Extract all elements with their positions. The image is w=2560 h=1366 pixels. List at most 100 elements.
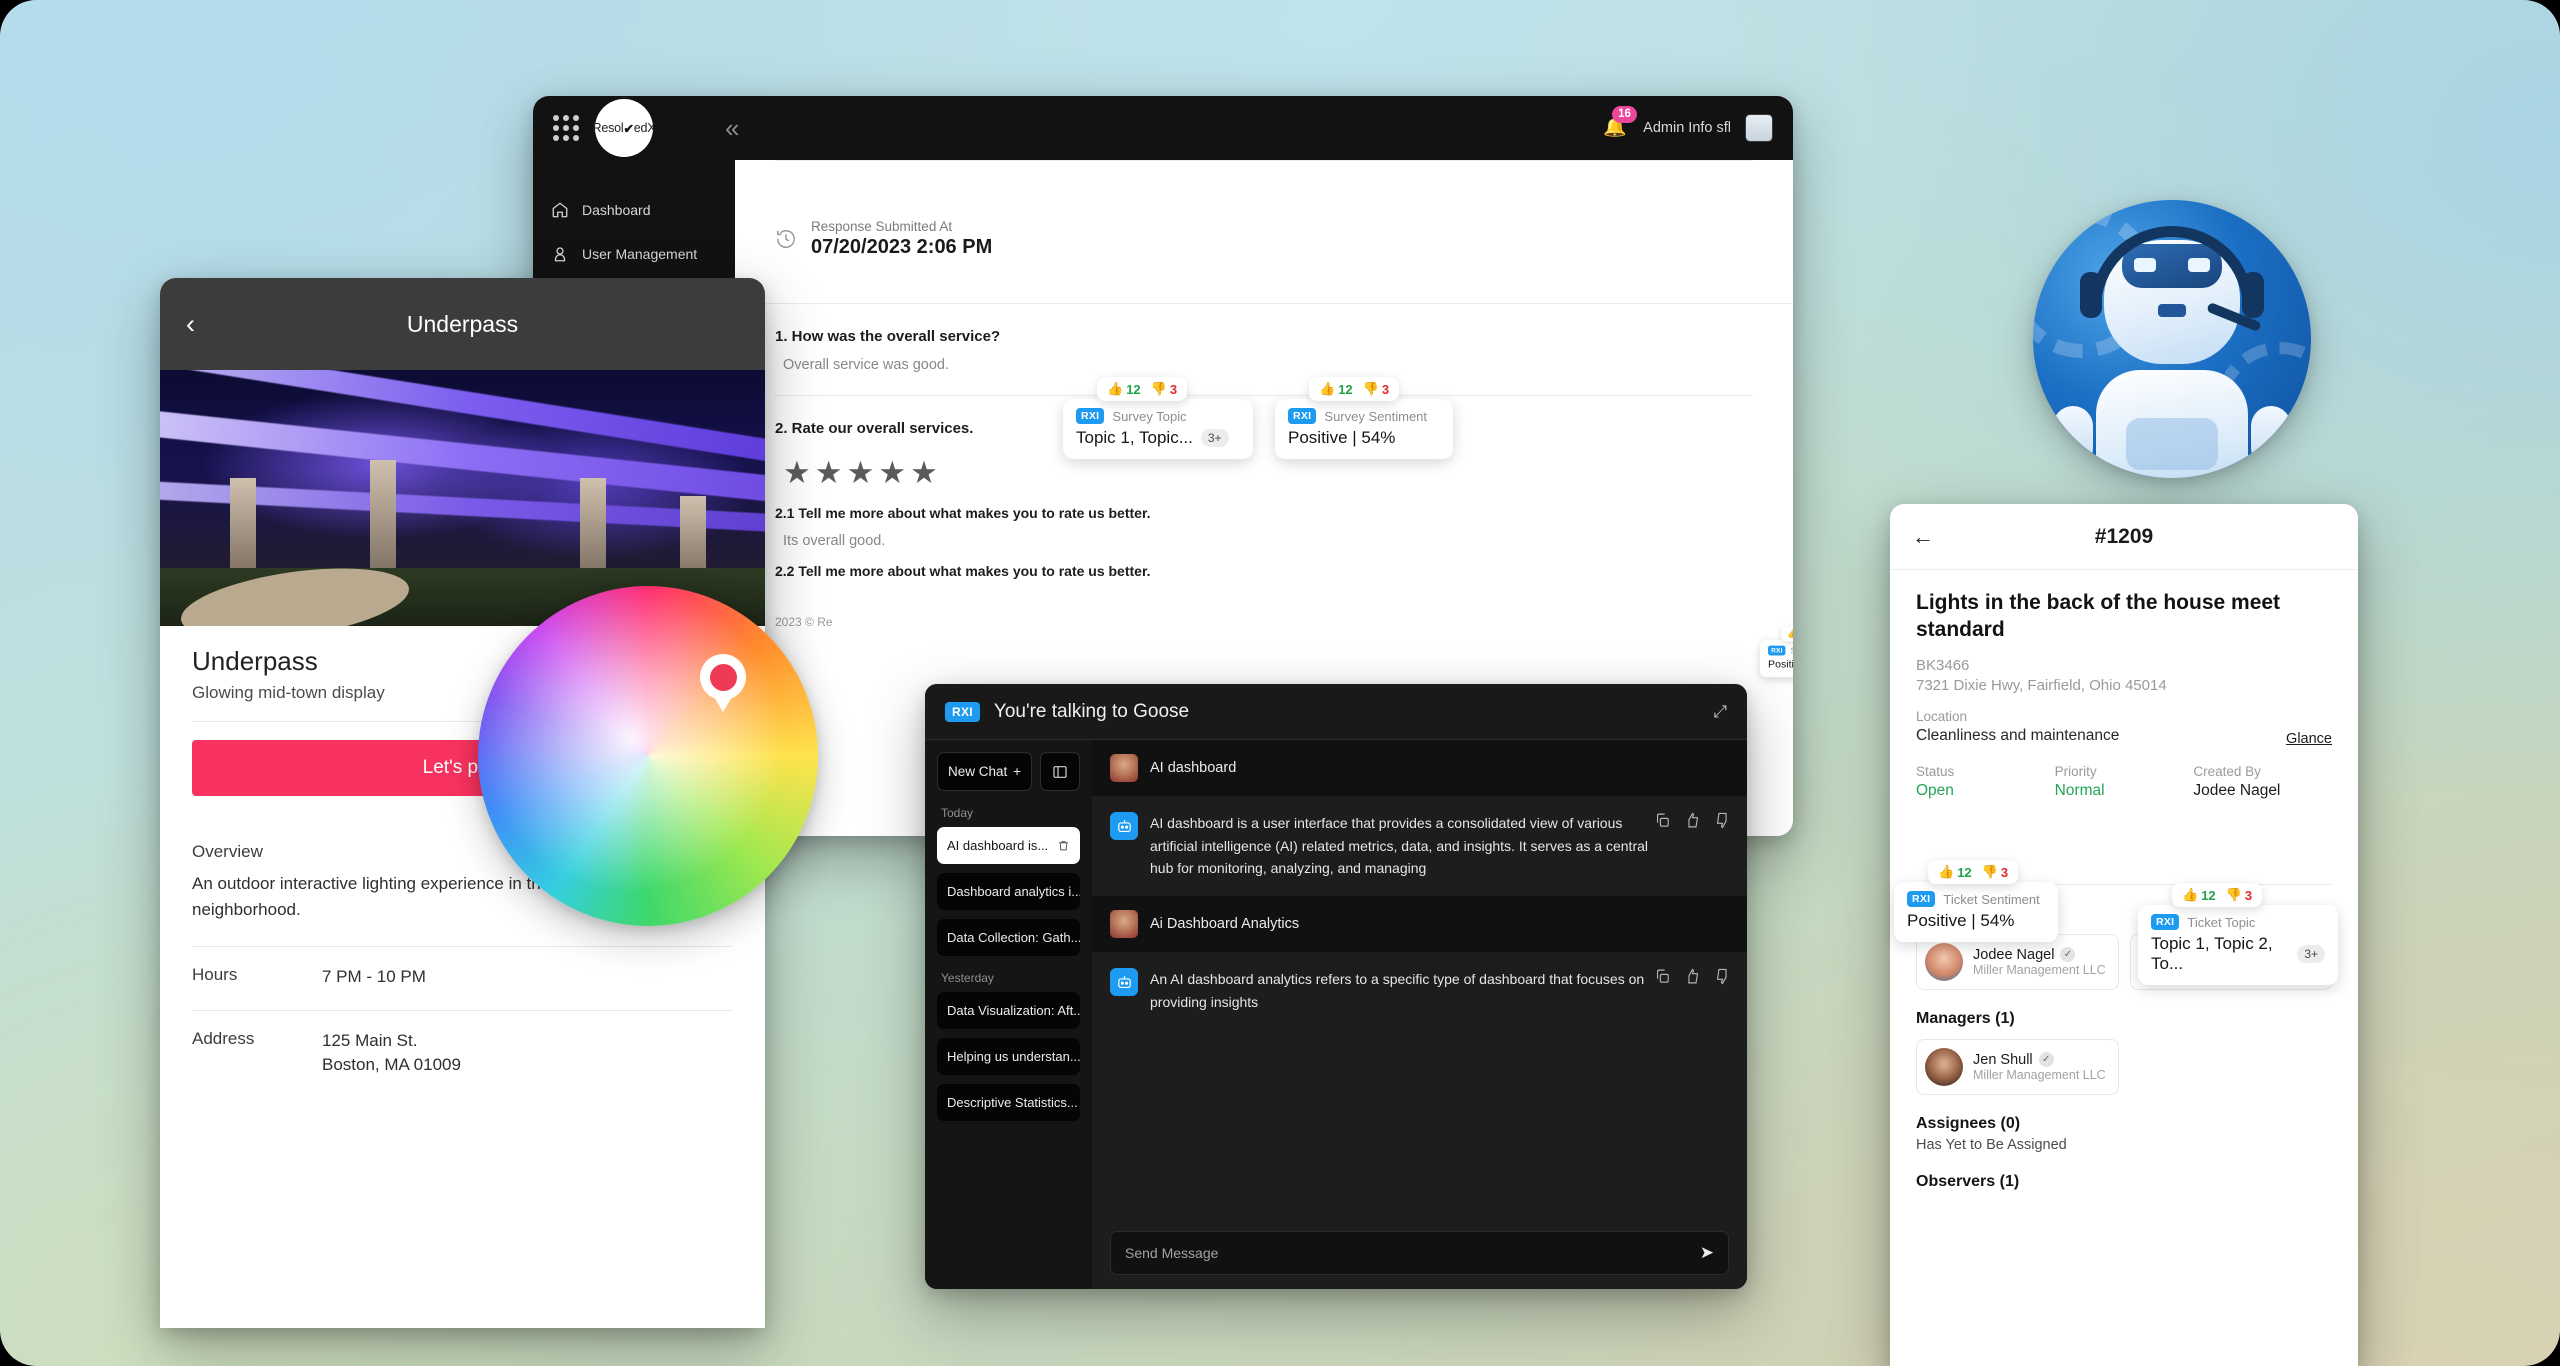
divider — [192, 1009, 733, 1011]
hours-value: 7 PM - 10 PM — [322, 967, 426, 986]
location-value: Cleanliness and maintenance — [1916, 726, 2120, 744]
chat-input-row[interactable]: Send Message ➤ — [1110, 1231, 1729, 1275]
user-icon — [554, 247, 566, 262]
chat-message-bot: AI dashboard is a user interface that pr… — [1092, 796, 1747, 897]
trash-icon[interactable] — [1057, 839, 1070, 852]
ticket-title: Lights in the back of the house meet sta… — [1916, 591, 2281, 641]
thumbs-down-icon[interactable] — [1714, 812, 1731, 829]
badge-more-count[interactable]: 3+ — [2297, 945, 2325, 963]
thumbs-up-icon[interactable]: 👍12 — [2182, 887, 2216, 903]
chat-sidebar: New Chat + Today AI dashboard is... Dash… — [925, 740, 1092, 1289]
back-arrow-icon[interactable]: ← — [1912, 524, 1934, 550]
robot-arm-right — [2251, 406, 2291, 468]
rxi-chip: RXI — [1768, 645, 1786, 656]
chat-message-text: AI dashboard is a user interface that pr… — [1150, 815, 1648, 877]
verified-check-icon: ✓ — [2038, 1052, 2054, 1068]
headset-earcup-right — [2242, 272, 2264, 318]
send-icon[interactable]: ➤ — [1700, 1243, 1714, 1263]
survey-sentiment-small-vote-pill[interactable]: 👍12 👎3 — [1781, 626, 1793, 642]
back-chevron-icon[interactable]: ‹ — [186, 310, 195, 338]
new-chat-button[interactable]: New Chat + — [937, 752, 1032, 791]
ticket-topic-vote-pill[interactable]: 👍 12 👎 3 — [2172, 883, 2263, 907]
sidebar-item-user-management[interactable]: User Management — [533, 232, 735, 276]
poc-card[interactable]: Jodee Nagel ✓ Miller Management LLC — [1916, 933, 2119, 990]
new-chat-row: New Chat + — [937, 752, 1080, 791]
question-2-2-title: 2.2 Tell me more about what makes you to… — [775, 563, 1151, 579]
glance-link[interactable]: Glance — [2286, 731, 2332, 747]
copy-icon[interactable] — [1654, 812, 1671, 829]
star-rating[interactable]: ★★★★★ — [783, 455, 1753, 491]
badge-more-count[interactable]: 3+ — [1200, 429, 1229, 447]
chat-history-label: AI dashboard is... — [947, 838, 1049, 853]
badge-header: RXI Ticket Sentiment — [1907, 891, 2045, 907]
upvote-count: 12 — [1338, 381, 1353, 397]
sidebar-item-dashboard[interactable]: Dashboard — [533, 188, 735, 232]
avatar — [1925, 942, 1963, 981]
chat-message-text: An AI dashboard analytics refers to a sp… — [1150, 971, 1645, 1010]
survey-sentiment-badge[interactable]: 👍 12 👎 3 RXI Survey Sentiment Positive | 5… — [1275, 377, 1453, 459]
chat-message-text: Ai Dashboard Analytics — [1150, 916, 1300, 933]
response-submitted-block: Response Submitted At 07/20/2023 2:06 PM — [735, 161, 1793, 303]
clock-icon — [777, 230, 795, 248]
sidebar-item-label: Dashboard — [582, 202, 651, 218]
rxi-chip: RXI — [945, 701, 980, 722]
person-name: Jodee Nagel ✓ — [1973, 947, 2106, 963]
question-answer: Overall service was good. — [783, 357, 950, 373]
chat-history-item[interactable]: Helping us understan... — [937, 1038, 1080, 1075]
badge-value: Positive | 54% — [1288, 428, 1396, 447]
chat-history-item[interactable]: Dashboard analytics i... — [937, 873, 1080, 910]
thumbs-down-icon[interactable]: 👎 3 — [1363, 381, 1389, 397]
apps-grid-icon[interactable] — [553, 115, 579, 141]
thumbs-down-icon[interactable] — [1714, 968, 1731, 985]
thumbs-up-icon[interactable] — [1684, 812, 1701, 829]
logo-text-1: Resol — [592, 121, 624, 135]
chat-conversation: AI dashboard AI dashboard is a user inte… — [1092, 740, 1747, 1289]
hours-row: Hours 7 PM - 10 PM — [160, 965, 765, 990]
status-value: Open — [1916, 781, 1954, 799]
chat-history-item[interactable]: Data Visualization: Aft... — [937, 992, 1080, 1029]
color-picker-pin[interactable] — [700, 654, 746, 712]
thumbs-up-icon[interactable]: 👍12 — [1787, 629, 1793, 639]
send-message-input[interactable]: Send Message — [1125, 1245, 1218, 1261]
admin-info-label[interactable]: Admin Info sfl — [1643, 120, 1731, 136]
sidebar-collapse-icon[interactable]: « — [725, 115, 739, 141]
downvote-count: 3 — [2244, 887, 2253, 903]
chat-history-item[interactable]: Descriptive Statistics... — [937, 1084, 1080, 1121]
divider — [192, 946, 733, 947]
person-company: Miller Management LLC — [1973, 1067, 2106, 1082]
thumbs-up-icon[interactable]: 👍12 — [1319, 381, 1353, 397]
thumbs-up-icon[interactable]: 👍12 — [1938, 864, 1972, 880]
survey-topic-badge[interactable]: 👍 12 👎 3 RXI Survey Topic Topic 1, Topic..… — [1063, 377, 1253, 459]
expand-icon[interactable]: ⤢ — [1713, 702, 1727, 722]
survey-sentiment-vote-pill[interactable]: 👍 12 👎 3 — [1309, 377, 1400, 401]
survey-sentiment-badge-small[interactable]: 👍12 👎3 RXI Survey Sentiment Positive | 5… — [1760, 626, 1793, 678]
badge-value: Positive | 54% — [1907, 911, 2015, 930]
manager-card[interactable]: Jen Shull ✓ Miller Management LLC — [1916, 1038, 2119, 1095]
copy-icon[interactable] — [1654, 968, 1671, 985]
question-1: 1. How was the overall service? Overall … — [735, 304, 1793, 395]
ticket-sentiment-badge[interactable]: 👍 12 👎 3 RXI Ticket Sentiment Positive | 5… — [1894, 860, 2058, 942]
thumbs-up-icon[interactable]: 👍12 — [1107, 381, 1141, 397]
thumbs-down-icon[interactable]: 👎 3 — [1982, 864, 2008, 880]
ticket-topic-badge[interactable]: 👍 12 👎 3 RXI Ticket Topic Topic 1, Topic 2… — [2138, 883, 2338, 985]
ticket-sentiment-vote-pill[interactable]: 👍 12 👎 3 — [1928, 860, 2019, 884]
address-label: Address — [192, 1028, 255, 1048]
panel-toggle-button[interactable] — [1040, 752, 1080, 791]
thumbs-down-icon[interactable]: 👎 3 — [1151, 381, 1177, 397]
chat-history-item[interactable]: AI dashboard is... — [937, 827, 1080, 864]
badge-value-row: Positive | 54% — [1768, 658, 1793, 670]
color-wheel-picker[interactable] — [478, 586, 818, 926]
thumbs-down-icon[interactable]: 👎 3 — [2226, 887, 2252, 903]
message-actions — [1654, 968, 1731, 985]
thumbs-up-icon[interactable] — [1684, 968, 1701, 985]
bot-avatar-icon — [1110, 812, 1138, 840]
survey-topic-vote-pill[interactable]: 👍 12 👎 3 — [1097, 377, 1188, 401]
created-by-label: Created By — [2193, 763, 2261, 779]
upvote-count: 12 — [1957, 864, 1972, 880]
chat-history-label: Helping us understan... — [947, 1049, 1080, 1064]
notifications-button[interactable]: 🔔 16 — [1603, 106, 1637, 141]
dashboard-topbar: Resol ✔ edX « 🔔 16 Admin Info sfl — [533, 96, 1793, 160]
admin-avatar[interactable] — [1745, 114, 1773, 142]
resolvedx-logo[interactable]: Resol ✔ edX — [592, 99, 656, 157]
chat-history-item[interactable]: Data Collection: Gath... — [937, 919, 1080, 956]
